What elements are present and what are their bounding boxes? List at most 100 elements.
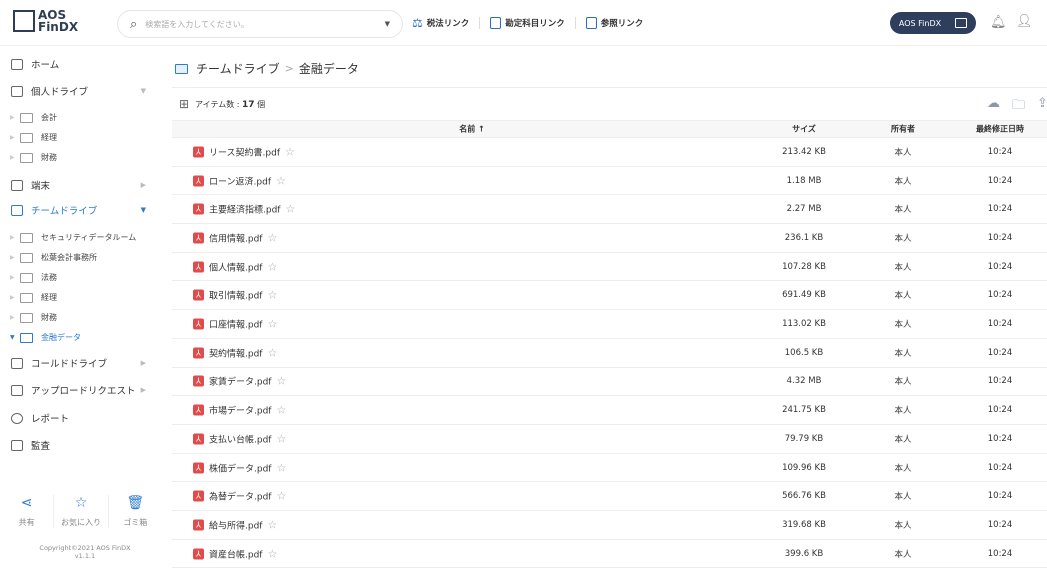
reference-link[interactable]: 参照リンク	[585, 17, 643, 29]
table-row[interactable]: ⅄ ローン返済.pdf ☆ 1.18 MB 本人 10:24	[172, 167, 1047, 196]
file-name-cell[interactable]: ⅄ 信用情報.pdf ☆	[193, 231, 277, 244]
chevron-right-icon[interactable]: ▶	[141, 181, 146, 189]
sidebar-item-report[interactable]: レポート	[0, 411, 162, 425]
sidebar-item-team[interactable]: チームドライブ ▼	[0, 203, 162, 217]
star-icon[interactable]: ☆	[267, 318, 277, 331]
sidebar-item-home[interactable]: ホーム	[0, 57, 162, 71]
file-name-cell[interactable]: ⅄ 契約情報.pdf ☆	[193, 346, 277, 359]
star-icon[interactable]: ☆	[267, 289, 277, 302]
file-name-cell[interactable]: ⅄ 株価データ.pdf ☆	[193, 461, 286, 474]
star-icon[interactable]: ☆	[267, 231, 277, 244]
trash-button[interactable]: 🗑︎ ゴミ箱	[109, 495, 162, 528]
file-name[interactable]: 為替データ.pdf	[209, 490, 271, 503]
file-name-cell[interactable]: ⅄ 資産台帳.pdf ☆	[193, 547, 277, 560]
sidebar-item-upload[interactable]: アップロードリクエスト ▶	[0, 383, 162, 397]
file-name[interactable]: 家賃データ.pdf	[209, 375, 271, 388]
file-name[interactable]: 資産台帳.pdf	[209, 547, 262, 560]
table-row[interactable]: ⅄ リース契約書.pdf ☆ 213.42 KB 本人 10:24	[172, 138, 1047, 167]
file-name[interactable]: 取引情報.pdf	[209, 289, 262, 302]
table-row[interactable]: ⅄ 主要経済指標.pdf ☆ 2.27 MB 本人 10:24	[172, 195, 1047, 225]
sidebar-item-device[interactable]: 端末 ▶	[0, 178, 162, 192]
table-row[interactable]: ⅄ 支払い台帳.pdf ☆ 79.79 KB 本人 10:24	[172, 425, 1047, 454]
breadcrumb-root[interactable]: チームドライブ	[196, 60, 280, 77]
file-name[interactable]: 口座情報.pdf	[209, 318, 262, 331]
file-name-cell[interactable]: ⅄ 個人情報.pdf ☆	[193, 260, 277, 273]
star-icon[interactable]: ☆	[267, 547, 277, 560]
file-name[interactable]: リース契約書.pdf	[209, 145, 280, 158]
folder-item[interactable]: ▶ 松葉会計事務所	[0, 252, 97, 263]
expand-icon[interactable]: ▶	[10, 314, 20, 321]
file-name[interactable]: 信用情報.pdf	[209, 231, 262, 244]
file-name[interactable]: 契約情報.pdf	[209, 346, 262, 359]
account-link[interactable]: 勘定科目リンク	[490, 17, 565, 29]
column-name-header[interactable]: 名前 ↑	[459, 124, 485, 135]
column-size-header[interactable]: サイズ	[792, 124, 816, 135]
file-name-cell[interactable]: ⅄ 家賃データ.pdf ☆	[193, 375, 286, 388]
expand-icon[interactable]: ▶	[10, 234, 20, 241]
star-icon[interactable]: ☆	[276, 404, 286, 417]
table-row[interactable]: ⅄ 取引情報.pdf ☆ 691.49 KB 本人 10:24	[172, 282, 1047, 311]
star-icon[interactable]: ☆	[267, 260, 277, 273]
table-row[interactable]: ⅄ 株価データ.pdf ☆ 109.96 KB 本人 10:24	[172, 454, 1047, 483]
expand-icon[interactable]: ▶	[10, 114, 20, 121]
folder-item[interactable]: ▶ 法務	[0, 272, 57, 283]
file-name-cell[interactable]: ⅄ 支払い台帳.pdf ☆	[193, 432, 286, 445]
bell-icon[interactable]: 🔔︎	[990, 15, 1007, 30]
star-icon[interactable]: ☆	[276, 432, 286, 445]
file-name-cell[interactable]: ⅄ リース契約書.pdf ☆	[193, 145, 295, 158]
expand-icon[interactable]: ▶	[10, 294, 20, 301]
star-icon[interactable]: ☆	[267, 346, 277, 359]
folder-item[interactable]: ▶ 財務	[0, 312, 57, 323]
file-name-cell[interactable]: ⅄ ローン返済.pdf ☆	[193, 174, 286, 187]
folder-item-active[interactable]: ▼ 金融データ	[0, 332, 81, 343]
search-input[interactable]: ⌕ 検索語を入力してください。 ▼	[117, 10, 403, 38]
dropdown-icon[interactable]: ▼	[385, 20, 390, 28]
chevron-down-icon[interactable]: ▼	[141, 206, 146, 214]
expand-icon[interactable]: ▶	[10, 274, 20, 281]
table-row[interactable]: ⅄ 市場データ.pdf ☆ 241.75 KB 本人 10:24	[172, 396, 1047, 425]
chevron-right-icon[interactable]: ▶	[141, 359, 146, 367]
star-icon[interactable]: ☆	[285, 145, 295, 158]
star-icon[interactable]: ☆	[276, 375, 286, 388]
sidebar-item-cold[interactable]: コールドドライブ ▶	[0, 356, 162, 370]
expand-icon[interactable]: ▶	[10, 134, 20, 141]
folder-item[interactable]: ▶ 経理	[0, 292, 57, 303]
file-name-cell[interactable]: ⅄ 市場データ.pdf ☆	[193, 404, 286, 417]
sidebar-item-audit[interactable]: 監査	[0, 438, 162, 452]
new-folder-icon[interactable]: 🗀	[1012, 96, 1025, 118]
table-row[interactable]: ⅄ 口座情報.pdf ☆ 113.02 KB 本人 10:24	[172, 310, 1047, 339]
star-icon[interactable]: ☆	[276, 174, 286, 187]
file-name-cell[interactable]: ⅄ 取引情報.pdf ☆	[193, 289, 277, 302]
file-name[interactable]: 給与所得.pdf	[209, 518, 262, 531]
chevron-down-icon[interactable]: ▼	[141, 87, 146, 95]
star-icon[interactable]: ☆	[276, 490, 286, 503]
favorites-button[interactable]: ☆ お気に入り	[53, 495, 109, 528]
column-modified-header[interactable]: 最終修正日時	[976, 124, 1024, 135]
star-icon[interactable]: ☆	[285, 203, 295, 216]
star-icon[interactable]: ☆	[267, 518, 277, 531]
table-row[interactable]: ⅄ 信用情報.pdf ☆ 236.1 KB 本人 10:24	[172, 224, 1047, 253]
tax-law-link[interactable]: ⚖ 税法リンク	[412, 16, 469, 30]
table-row[interactable]: ⅄ 為替データ.pdf ☆ 566.76 KB 本人 10:24	[172, 482, 1047, 512]
folder-item[interactable]: ▶ セキュリティデータルーム	[0, 232, 136, 243]
folder-item[interactable]: ▶ 会計	[0, 112, 57, 123]
table-row[interactable]: ⅄ 給与所得.pdf ☆ 319.68 KB 本人 10:24	[172, 511, 1047, 540]
user-icon[interactable]: 👤︎	[1016, 14, 1033, 29]
grid-view-icon[interactable]: ⊞	[179, 97, 189, 111]
table-row[interactable]: ⅄ 家賃データ.pdf ☆ 4.32 MB 本人 10:24	[172, 368, 1047, 397]
file-name[interactable]: ローン返済.pdf	[209, 174, 271, 187]
app-download-button[interactable]: AOS FinDX	[890, 12, 976, 34]
file-name-cell[interactable]: ⅄ 為替データ.pdf ☆	[193, 490, 286, 503]
expand-icon[interactable]: ▶	[10, 154, 20, 161]
chevron-right-icon[interactable]: ▶	[141, 386, 146, 394]
file-name[interactable]: 市場データ.pdf	[209, 404, 271, 417]
file-name[interactable]: 株価データ.pdf	[209, 461, 271, 474]
file-name[interactable]: 支払い台帳.pdf	[209, 432, 271, 445]
logo[interactable]: AOS FinDX	[13, 9, 78, 33]
cloud-upload-icon[interactable]: ☁	[987, 96, 1000, 118]
folder-item[interactable]: ▶ 経理	[0, 132, 57, 143]
share-button[interactable]: ⋖ 共有	[0, 495, 53, 528]
file-name[interactable]: 主要経済指標.pdf	[209, 203, 280, 216]
file-name-cell[interactable]: ⅄ 主要経済指標.pdf ☆	[193, 203, 295, 216]
folder-item[interactable]: ▶ 財務	[0, 152, 57, 163]
